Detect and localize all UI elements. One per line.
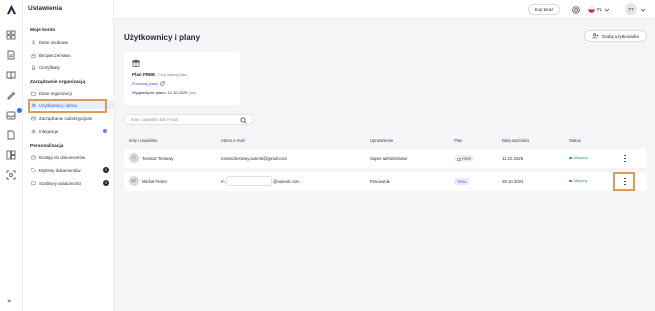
- section-my-account: Moje konto: [30, 28, 56, 33]
- dashboard-icon[interactable]: [6, 30, 16, 40]
- column-expiry[interactable]: Data ważności: [502, 138, 529, 143]
- help-icon[interactable]: [572, 4, 580, 15]
- settings-sidebar: Ustawienia Moje konto Dane osobowe Bezpi…: [23, 0, 114, 311]
- column-status[interactable]: Status: [569, 138, 581, 143]
- expiry-date: 28.10.2024: [502, 179, 524, 184]
- language-selector[interactable]: PL: [588, 4, 610, 15]
- tag-icon: [31, 167, 36, 173]
- user-email-start: m: [221, 179, 225, 184]
- sidebar-title: Ustawienia: [28, 5, 62, 12]
- book-icon[interactable]: [6, 70, 16, 80]
- user-avatar[interactable]: TT: [625, 3, 637, 15]
- table-header: Imię i nazwisko Adres e-mail Uprawnienie…: [124, 138, 647, 146]
- row-menu-icon[interactable]: [622, 154, 628, 163]
- user-name: Tomasz Testowy: [142, 156, 174, 161]
- user-name: Michał Tester: [142, 179, 168, 184]
- plan-expiry-note: (rok): [188, 91, 196, 95]
- plan-badge: TRIAL: [454, 178, 470, 185]
- table-row[interactable]: TT Tomasz Testowy tomasztestowy.autenti@…: [124, 149, 647, 168]
- section-organization: Zarządzanie organizacją: [30, 80, 86, 85]
- column-plan[interactable]: Plan: [454, 138, 462, 143]
- avatar: MT: [129, 176, 139, 186]
- plan-name: Plan FREE (Twój obecny plan): [132, 72, 188, 77]
- icon-rail: »: [0, 0, 23, 311]
- inbox-icon[interactable]: [6, 108, 22, 120]
- sidebar-item-subscriptions[interactable]: Zarządzanie subskrypcjami: [31, 114, 113, 122]
- gift-icon: [457, 157, 461, 161]
- external-link-icon: [160, 81, 165, 86]
- gallery-icon[interactable]: [6, 150, 16, 160]
- gift-icon: [132, 59, 140, 69]
- subscription-icon: [31, 116, 36, 121]
- document-icon[interactable]: [6, 50, 16, 60]
- column-role[interactable]: Uprawnienie: [370, 138, 393, 143]
- plan-badge: FREE: [454, 155, 475, 162]
- user-email-end: @autenti.com: [273, 179, 300, 184]
- sidebar-item-security[interactable]: Bezpieczeństwo: [31, 51, 113, 59]
- buy-now-button[interactable]: Kup teraz: [528, 4, 560, 15]
- status-badge: Aktywny: [569, 179, 588, 183]
- section-personalization: Personalizacja: [30, 144, 64, 149]
- sidebar-item-message-templates[interactable]: Szablony wiadomości 0: [31, 179, 113, 187]
- highlight-frame-users-and-plans: [28, 99, 107, 113]
- user-role: Pracownik: [370, 179, 390, 184]
- labels-count-badge: 0: [103, 167, 109, 173]
- signature-icon[interactable]: [6, 90, 16, 100]
- templates-count-badge: 0: [103, 180, 109, 186]
- notification-badge: [17, 108, 22, 113]
- column-name[interactable]: Imię i nazwisko: [129, 138, 157, 143]
- sidebar-item-certificates[interactable]: Certyfikaty: [31, 63, 113, 71]
- expiry-date: 11.10.2025: [502, 156, 524, 161]
- user-icon: [31, 39, 36, 45]
- user-search[interactable]: [124, 114, 254, 125]
- user-role: Super administrator: [370, 156, 408, 161]
- search-input[interactable]: [131, 117, 231, 122]
- main-content: Użytkownicy i plany Dodaj użytkownika Pl…: [114, 19, 655, 311]
- add-user-icon: [592, 33, 599, 39]
- column-email[interactable]: Adres e-mail: [221, 138, 245, 143]
- message-icon: [31, 181, 36, 186]
- user-email: tomasztestowy.autenti@gmail.com: [221, 156, 288, 161]
- page-title: Użytkownicy i plany: [124, 33, 201, 42]
- plan-card: Plan FREE (Twój obecny plan) Porównaj pla…: [124, 52, 240, 105]
- poland-flag-icon: [588, 6, 595, 13]
- file-icon[interactable]: [6, 130, 16, 140]
- table-row[interactable]: MT Michał Tester m @autenti.com Pracowni…: [124, 172, 647, 191]
- highlight-frame-row-menu: [613, 172, 635, 191]
- plan-note: (Twój obecny plan): [157, 73, 188, 77]
- sidebar-item-personal-data[interactable]: Dane osobowe: [31, 38, 113, 46]
- status-badge: Aktywny: [569, 156, 588, 160]
- sidebar-item-document-access[interactable]: Dostęp do dokumentów: [31, 153, 113, 161]
- account-chevron-icon[interactable]: [640, 4, 646, 15]
- document-access-icon: [31, 155, 36, 160]
- compare-plans-link[interactable]: Porównaj plany: [132, 81, 165, 86]
- lock-icon: [31, 53, 36, 58]
- sidebar-item-integrations[interactable]: Integracje: [31, 127, 113, 135]
- redacted-box: [226, 176, 272, 186]
- expand-sidebar-icon[interactable]: »: [7, 297, 11, 305]
- language-code: PL: [597, 7, 603, 12]
- scan-icon[interactable]: [6, 170, 16, 180]
- integration-icon: [31, 129, 36, 134]
- sidebar-item-document-labels[interactable]: Etykiety dokumentów 0: [31, 166, 113, 174]
- new-feature-dot: [103, 129, 107, 133]
- folder-icon: [31, 91, 36, 96]
- logo-icon[interactable]: [6, 4, 17, 15]
- avatar: TT: [129, 153, 139, 163]
- chevron-down-icon: [604, 8, 610, 11]
- plan-expiry: Wygaśnięcie planu: 11.10.2025 (rok): [132, 90, 196, 95]
- certificate-icon: [31, 64, 36, 70]
- search-icon[interactable]: [240, 117, 247, 124]
- add-user-button[interactable]: Dodaj użytkownika: [584, 30, 647, 42]
- top-bar: Kup teraz PL TT: [114, 0, 655, 19]
- sidebar-item-organization-data[interactable]: Dane organizacji: [31, 89, 113, 97]
